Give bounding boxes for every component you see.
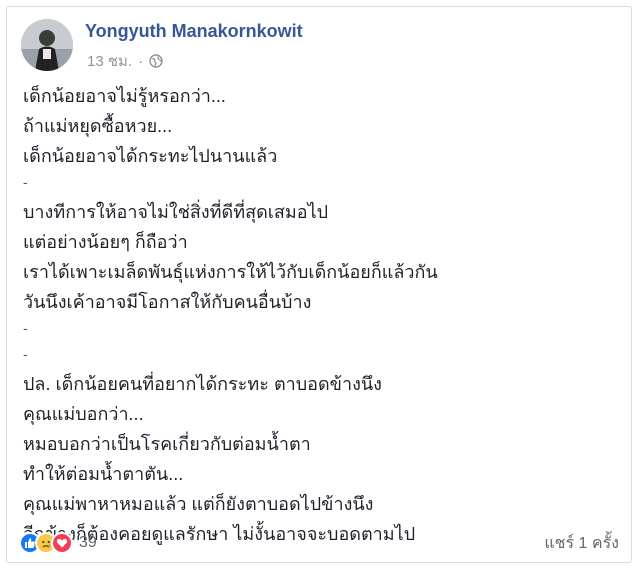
share-count[interactable]: แชร์ 1 ครั้ง [544, 531, 619, 556]
meta-separator: · [138, 52, 144, 70]
reactions[interactable] [19, 532, 73, 554]
post-line: เด็กน้อยอาจไม่รู้หรอกว่า... [23, 86, 226, 106]
author-name[interactable]: Yongyuth Manakornkowit [85, 21, 303, 42]
post-line: เราได้เพาะเมล็ดพันธุ์แห่งการให้ไว้กับเด็… [23, 262, 438, 282]
post-line: - [23, 320, 28, 336]
reaction-count[interactable]: 39 [79, 534, 97, 552]
post-line: ถ้าแม่หยุดซื้อหวย... [23, 116, 173, 136]
avatar[interactable] [21, 19, 73, 71]
post-line: คุณแม่พาหาหมอแล้ว แต่ก็ยังตาบอดไปข้างนึง [23, 494, 374, 514]
post-line: บางทีการให้อาจไม่ใช่สิ่งที่ดีที่สุดเสมอไ… [23, 202, 329, 222]
post-card: Yongyuth Manakornkowit 13 ชม. · เด็กน้อย… [6, 6, 632, 563]
post-line: คุณแม่บอกว่า... [23, 404, 144, 424]
post-body: เด็กน้อยอาจไม่รู้หรอกว่า... ถ้าแม่หยุดซื… [23, 81, 619, 549]
post-line: ทำให้ต่อมน้ำตาตัน... [23, 464, 184, 484]
post-line: - [23, 174, 28, 190]
love-icon[interactable] [51, 532, 73, 554]
post-meta: 13 ชม. · [87, 49, 163, 73]
post-line: แต่อย่างน้อยๆ ก็ถือว่า [23, 232, 188, 252]
globe-icon[interactable] [149, 54, 163, 68]
post-line: เด็กน้อยอาจได้กระทะไปนานแล้ว [23, 146, 278, 166]
post-footer: 39 แชร์ 1 ครั้ง [19, 527, 619, 559]
post-line: - [23, 346, 28, 362]
post-time[interactable]: 13 ชม. [87, 49, 132, 73]
post-line: หมอบอกว่าเป็นโรคเกี่ยวกับต่อมน้ำตา [23, 434, 311, 454]
post-line: ปล. เด็กน้อยคนที่อยากได้กระทะ ตาบอดข้างน… [23, 374, 382, 394]
post-line: วันนึงเค้าอาจมีโอกาสให้กับคนอื่นบ้าง [23, 292, 312, 312]
